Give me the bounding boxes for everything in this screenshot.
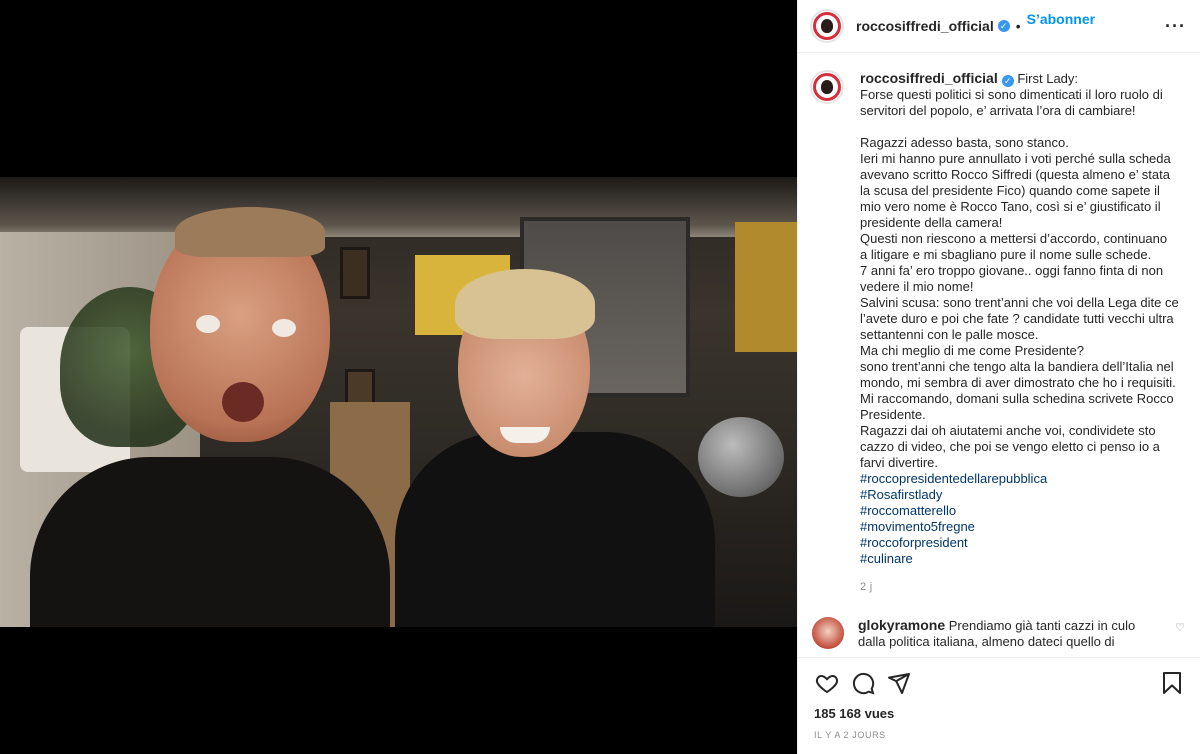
avatar[interactable] bbox=[810, 9, 844, 43]
caption-line: 7 anni fa’ ero troppo giovane.. oggi fan… bbox=[860, 263, 1164, 278]
caption-line: Forse questi politici si sono dimenticat… bbox=[860, 87, 1163, 102]
bookmark-icon[interactable] bbox=[1157, 668, 1187, 698]
avatar-ring bbox=[813, 12, 841, 40]
caption-line: avevano scritto Rocco Siffredi (questa a… bbox=[860, 167, 1170, 182]
caption-line: settantenni con le palle mosce. bbox=[860, 327, 1039, 342]
caption-line: presidente della camera! bbox=[860, 215, 1003, 230]
video-person-man-hair bbox=[175, 207, 325, 257]
caption-line: Questi non riescono a mettersi d’accordo… bbox=[860, 231, 1168, 246]
commenter-avatar[interactable] bbox=[812, 617, 844, 649]
comments-section[interactable]: roccosiffredi_official ✓ First Lady: Fors… bbox=[798, 54, 1200, 656]
post-author-username[interactable]: roccosiffredi_official bbox=[856, 18, 994, 34]
caption-line: mondo, mi sembra di aver dimostrato che … bbox=[860, 375, 1176, 390]
caption-line: Ragazzi dai oh aiutatemi anche voi, cond… bbox=[860, 423, 1156, 438]
caption-line: Presidente. bbox=[860, 407, 926, 422]
post-timestamp[interactable]: IL Y A 2 JOURS bbox=[814, 730, 886, 740]
comment-text: dalla politica italiana, almeno dateci q… bbox=[858, 634, 1115, 649]
avatar-face-icon bbox=[821, 19, 833, 33]
hashtag-link[interactable]: #Rosafirstlady bbox=[860, 487, 1186, 503]
comment-text: Prendiamo già tanti cazzi in culo bbox=[948, 618, 1136, 633]
separator-dot: • bbox=[1015, 18, 1021, 34]
video-scene-cabinet bbox=[735, 222, 797, 352]
caption: roccosiffredi_official ✓ First Lady: Fors… bbox=[810, 70, 1187, 595]
media-area bbox=[0, 0, 797, 754]
hashtag-link[interactable]: #movimento5fregne bbox=[860, 519, 1186, 535]
comment-item: glokyramone Prendiamo già tanti cazzi in… bbox=[810, 617, 1187, 650]
hashtag-link[interactable]: #roccomatterello bbox=[860, 503, 1186, 519]
caption-line: Ragazzi adesso basta, sono stanco. bbox=[860, 135, 1069, 150]
caption-line: Mi raccomando, domani sulla schedina scr… bbox=[860, 391, 1174, 406]
video-scene-globe bbox=[698, 417, 784, 497]
verified-badge-icon: ✓ bbox=[1001, 75, 1014, 87]
caption-line: la scusa del presidente Fico) quando com… bbox=[860, 183, 1160, 198]
caption-age[interactable]: 2 j bbox=[860, 579, 1186, 595]
hashtag-link[interactable]: #roccopresidentedellarepubblica bbox=[860, 471, 1186, 487]
caption-body: roccosiffredi_official ✓ First Lady: Fors… bbox=[860, 70, 1186, 595]
share-paper-plane-icon[interactable] bbox=[884, 668, 914, 698]
caption-avatar[interactable] bbox=[810, 70, 844, 104]
caption-line: Ieri mi hanno pure annullato i voti perc… bbox=[860, 151, 1171, 166]
post-side-panel: roccosiffredi_official ✓ • S’abonner ···… bbox=[797, 0, 1200, 754]
caption-line: cazzo di video, che poi se vengo eletto … bbox=[860, 439, 1160, 454]
caption-line: mio vero nome è Rocco Tano, così si e’ g… bbox=[860, 199, 1161, 214]
video-person-woman-body bbox=[395, 432, 715, 627]
hashtag-link[interactable]: #culinare bbox=[860, 551, 1186, 567]
caption-line: farvi divertire. bbox=[860, 455, 939, 470]
commenter-username[interactable]: glokyramone bbox=[858, 617, 945, 633]
video-person-man-eye bbox=[196, 315, 220, 333]
avatar-face-icon bbox=[821, 80, 833, 94]
caption-line: sono trent’anni che tengo alta la bandie… bbox=[860, 359, 1174, 374]
comment-body: glokyramone Prendiamo già tanti cazzi in… bbox=[858, 617, 1158, 650]
comment-like-heart-icon[interactable]: ♡ bbox=[1175, 621, 1185, 634]
like-heart-icon[interactable] bbox=[812, 668, 842, 698]
video-scene-frame bbox=[340, 247, 370, 299]
comment-bubble-icon[interactable] bbox=[848, 668, 878, 698]
avatar-ring bbox=[813, 73, 841, 101]
hashtag-link[interactable]: #roccoforpresident bbox=[860, 535, 1186, 551]
caption-line: Salvini scusa: sono trent’anni che voi d… bbox=[860, 295, 1179, 310]
video-person-man-mouth bbox=[222, 382, 264, 422]
caption-username[interactable]: roccosiffredi_official bbox=[860, 70, 998, 86]
verified-badge-icon: ✓ bbox=[997, 20, 1010, 32]
caption-line: servitori del popolo, e’ arrivata l’ora … bbox=[860, 103, 1136, 118]
caption-line: a litigare e mi sbagliano pure il nome s… bbox=[860, 247, 1152, 262]
caption-first-line: roccosiffredi_official ✓ First Lady: bbox=[860, 70, 1186, 87]
follow-button[interactable]: S’abonner bbox=[1027, 11, 1095, 27]
video-person-woman-hair bbox=[455, 269, 595, 339]
more-options-icon[interactable]: ··· bbox=[1165, 16, 1186, 37]
caption-line: l’avete duro e poi che fate ? candidate … bbox=[860, 311, 1174, 326]
video-person-man-eye bbox=[272, 319, 296, 337]
post-header: roccosiffredi_official ✓ • S’abonner ··· bbox=[798, 0, 1200, 53]
view-count[interactable]: 185 168 vues bbox=[814, 706, 894, 721]
caption-line: vedere il mio nome! bbox=[860, 279, 974, 294]
video-player[interactable] bbox=[0, 177, 797, 627]
post-actions-bar bbox=[798, 657, 1200, 707]
caption-line: First Lady: bbox=[1017, 71, 1079, 86]
video-person-man-body bbox=[30, 457, 390, 627]
caption-line: Ma chi meglio di me come Presidente? bbox=[860, 343, 1084, 358]
